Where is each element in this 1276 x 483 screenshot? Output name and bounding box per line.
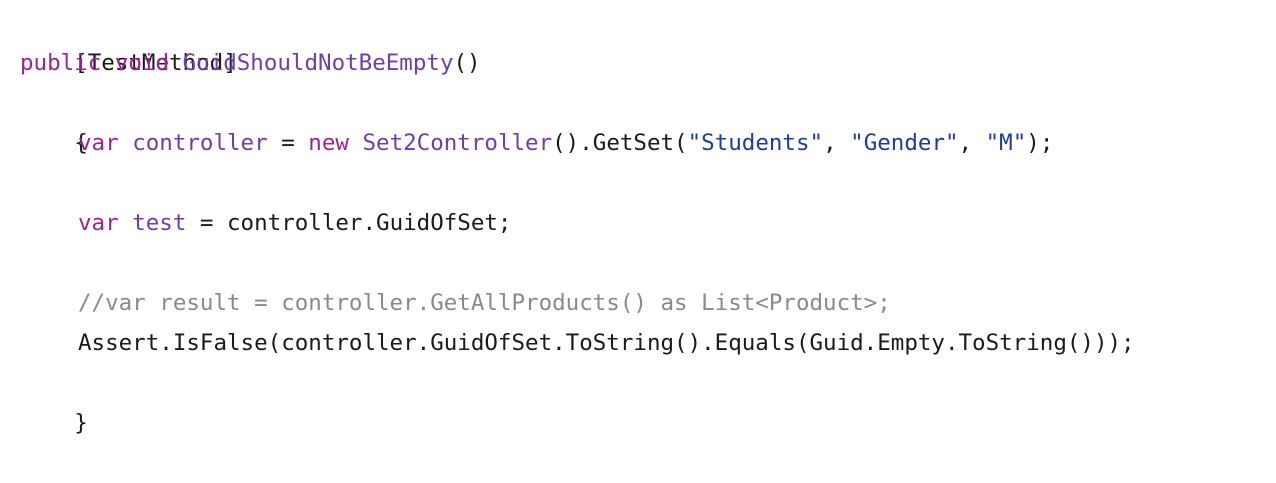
type-set2controller: Set2Controller [362, 130, 553, 156]
string-gender: "Gender" [850, 130, 959, 156]
keyword-var: var [78, 130, 119, 156]
code-line-10: } [20, 363, 1276, 436]
code-line-9: Assert.IsFalse(controller.GuidOfSet.ToSt… [20, 323, 1276, 363]
assert-statement: Assert.IsFalse(controller.GuidOfSet.ToSt… [78, 330, 1135, 356]
code-line-7-blank [20, 243, 1276, 283]
code-editor[interactable]: [TestMethod] public void GuidShouldNotBe… [0, 0, 1276, 436]
code-line-2: public void GuidShouldNotBeEmpty() [20, 43, 1276, 83]
string-students: "Students" [687, 130, 824, 156]
variable-test: test [132, 210, 187, 236]
keyword-void: void [114, 50, 170, 76]
code-line-1: [TestMethod] [20, 3, 1276, 76]
method-call-getset: ().GetSet( [552, 130, 688, 156]
code-line-5-blank [20, 163, 1276, 203]
method-parens: () [453, 50, 481, 76]
method-name: GuidShouldNotBeEmpty [182, 50, 454, 76]
keyword-var: var [78, 210, 119, 236]
assign-guid-of-set: = controller.GuidOfSet; [186, 210, 512, 236]
code-line-4: var controller = new Set2Controller().Ge… [20, 123, 1276, 163]
arg-separator-2: , [958, 130, 986, 156]
arg-separator-1: , [823, 130, 851, 156]
code-line-8: //var result = controller.GetAllProducts… [20, 283, 1276, 323]
string-m: "M" [985, 130, 1027, 156]
keyword-new: new [308, 130, 349, 156]
keyword-public: public [20, 50, 102, 76]
code-line-6: var test = controller.GuidOfSet; [20, 203, 1276, 243]
variable-controller: controller [132, 130, 268, 156]
code-comment: //var result = controller.GetAllProducts… [78, 290, 891, 316]
statement-end: ); [1026, 130, 1054, 156]
assign-operator: = [267, 130, 309, 156]
code-line-3: { [20, 83, 1276, 156]
